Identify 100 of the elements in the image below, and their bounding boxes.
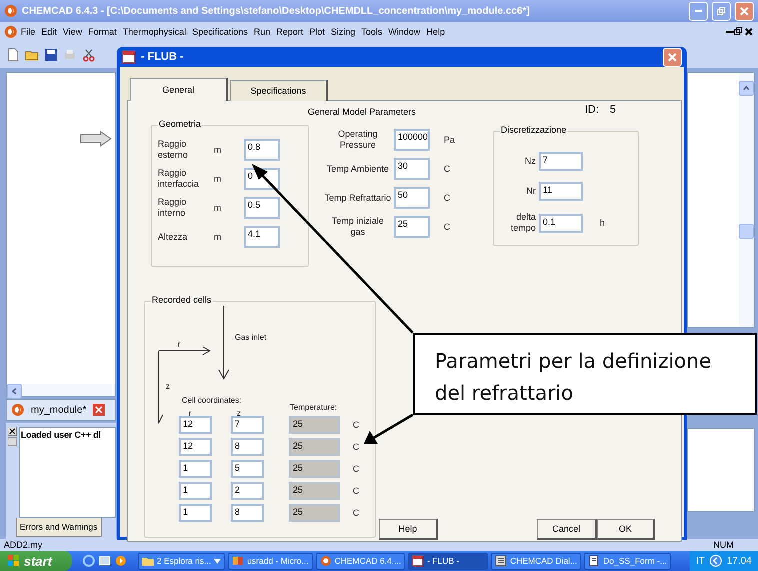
new-file-icon [6,48,20,62]
taskbar-task[interactable]: CHEMCAD 6.4.... [316,552,406,570]
unit-label: C [443,222,452,232]
input-field[interactable]: 11 [539,182,583,201]
minimize-button[interactable] [689,2,708,20]
unit-label: Pa [443,135,456,145]
document-logo-icon [4,25,18,39]
axis-label: z [166,382,170,391]
app-logo-icon [11,403,25,417]
scroll-thumb[interactable] [739,224,754,239]
unit-label: C [353,442,360,452]
input-field[interactable]: 7 [539,152,583,171]
dialog-button[interactable]: Help [379,519,438,540]
menu-item[interactable]: Tools [358,27,386,37]
window-icon [495,555,508,567]
field-label: Temp Ambiente [326,164,390,174]
chevron-left-icon [11,388,18,395]
unit-label: C [443,193,452,203]
close-icon [740,6,749,16]
minimize-icon [695,10,702,12]
menu-item[interactable]: Window [386,27,424,37]
temperature-field: 25 [289,460,340,478]
form-icon [588,555,600,567]
close-icon [744,27,754,37]
restore-button[interactable] [712,2,731,20]
close-icon [668,52,677,62]
restore-icon [734,27,744,37]
input-field[interactable]: 50 [394,187,430,209]
app-logo-icon [4,4,18,18]
input-field[interactable]: 100000 [394,129,430,151]
status-text: ADD2.my [4,540,43,550]
output-message: Loaded user C++ dl [19,427,116,518]
unit-label: h [599,218,606,228]
print-icon [63,48,77,62]
taskbar-task[interactable]: 2 Esplora ris... [138,552,226,570]
input-field[interactable]: 30 [394,158,430,180]
menu-item[interactable]: Sizing [328,27,359,37]
document-tab[interactable]: my_module* [6,399,116,421]
scroll-left-button[interactable] [7,384,22,399]
temperature-field: 25 [289,438,340,456]
menu-item[interactable]: Plot [306,27,328,37]
menu-item[interactable]: File [18,27,39,37]
menu-item[interactable]: Format [85,27,120,37]
clock: 17.04 [726,556,752,566]
menu-item[interactable]: Report [273,27,306,37]
output-tab[interactable]: Errors and Warnings [16,518,102,537]
input-field[interactable]: 0.8 [244,139,280,161]
input-field[interactable]: 4.1 [244,226,280,248]
axis-label: r [178,340,181,349]
menu-item[interactable]: Edit [38,27,60,37]
input-field[interactable]: 25 [394,216,430,238]
pointer-arrow [364,414,414,444]
dialog-title: - FLUB - [141,51,184,63]
group-title: Discretizzazione [500,125,568,135]
menu-item[interactable]: Run [250,27,274,37]
unit-label: m [214,174,222,184]
field-label: Raggio esterno [158,139,190,161]
field-label: Operating Pressure [337,129,379,151]
taskbar-task[interactable]: CHEMCAD Dial... [491,552,582,570]
id-value: 5 [610,104,616,116]
scroll-up-button[interactable] [739,81,754,96]
unit-label: m [214,232,222,242]
column-heading: Temperature: [290,403,338,412]
tab[interactable]: General [130,78,228,101]
unit-label: C [353,464,360,474]
temperature-field: 25 [289,482,340,500]
menu-item[interactable]: Specifications [189,27,251,37]
restore-icon [717,6,726,16]
unit-label: C [353,508,360,518]
chevron-left-icon [710,555,722,567]
taskbar-task[interactable]: - FLUB - [408,552,488,570]
tab[interactable]: Specifications [230,80,328,101]
menu-item[interactable]: View [60,27,86,37]
dialog-button[interactable]: OK [597,519,655,540]
dialog-button[interactable]: Cancel [537,519,597,540]
callout-text: Parametri per la definizione del refrattario [413,333,757,415]
input-field[interactable]: 0.1 [539,214,583,232]
section-heading: General Model Parameters [308,107,416,117]
unit-label: C [353,486,360,496]
field-label: delta tempo [510,212,536,234]
block-arrow-icon [80,131,112,147]
start-button[interactable]: start [0,551,72,571]
taskbar-task[interactable]: usradd - Micro... [228,552,313,570]
caret-icon [214,558,222,564]
folder-icon [142,556,154,566]
taskbar-task[interactable]: Do_SS_Form -... [584,552,672,570]
vertical-scrollbar[interactable] [739,73,754,327]
close-button[interactable] [663,48,682,66]
menu-item[interactable]: Thermophysical [120,27,190,37]
column-heading: z [237,409,241,418]
menu-item[interactable]: Help [424,27,448,37]
desktop-icon [99,555,111,567]
dialog-icon [122,50,136,64]
unit-label: C [443,164,452,174]
field-label: Nz [524,156,536,167]
group-title: Geometria [158,119,202,129]
field-label: Altezza [158,232,189,242]
horizontal-scrollbar[interactable] [7,384,115,396]
input-field[interactable]: 0.5 [244,197,280,219]
gas-inlet-label: Gas inlet [235,333,267,342]
